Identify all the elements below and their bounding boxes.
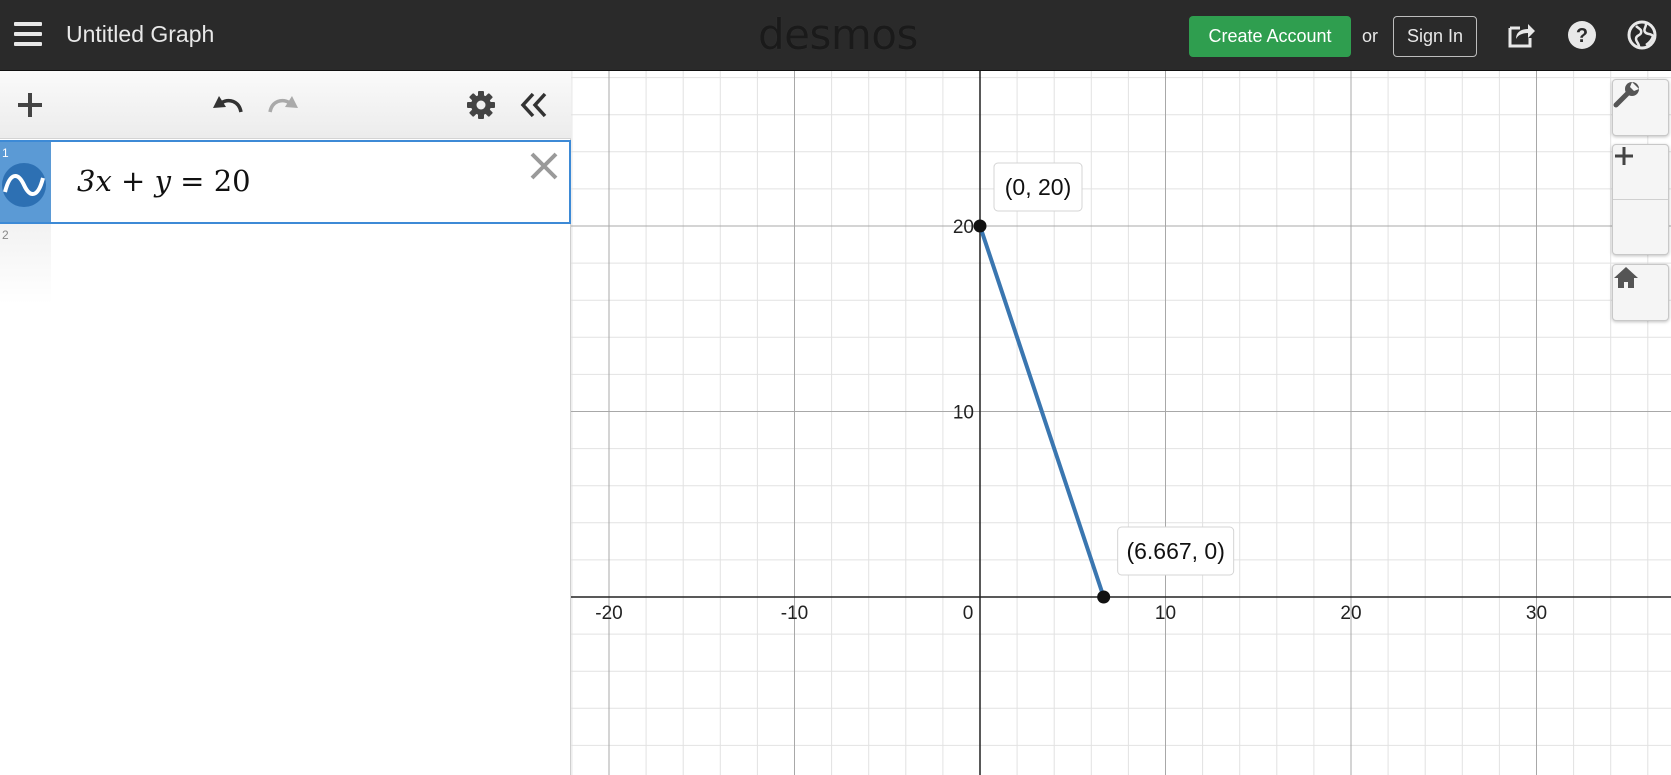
x-tick-label: 10 bbox=[1155, 603, 1176, 624]
row-number: 2 bbox=[2, 228, 9, 242]
x-tick-label: -10 bbox=[781, 603, 808, 624]
top-bar: Untitled Graph desmos Create Account or … bbox=[0, 0, 1671, 71]
delete-expression-icon[interactable] bbox=[528, 150, 560, 182]
redo-icon[interactable] bbox=[264, 88, 298, 122]
y-tick-label: 10 bbox=[953, 403, 974, 424]
expression-gutter: 2 bbox=[0, 224, 51, 304]
undo-icon[interactable] bbox=[209, 88, 243, 122]
home-icon[interactable] bbox=[1613, 265, 1668, 320]
sign-in-button[interactable]: Sign In bbox=[1393, 16, 1477, 57]
point-label: (0, 20) bbox=[1005, 174, 1071, 200]
expression-math[interactable]: 3x + y = 20 bbox=[77, 164, 251, 198]
help-icon[interactable]: ? bbox=[1567, 20, 1597, 50]
zoom-out-icon[interactable] bbox=[1613, 154, 1668, 255]
graph-svg[interactable]: -20 -10 0 10 20 30 20 10 (0, 20) (6.667, 0) bbox=[571, 71, 1671, 775]
create-account-button[interactable]: Create Account bbox=[1189, 16, 1351, 57]
expression-toolbar bbox=[0, 71, 571, 139]
x-tick-label: 30 bbox=[1526, 603, 1547, 624]
expression-row-empty[interactable]: 2 bbox=[0, 224, 571, 304]
x-tick-label: 20 bbox=[1340, 603, 1361, 624]
y-tick-label: 20 bbox=[953, 217, 974, 238]
graph-settings-control bbox=[1612, 79, 1669, 136]
desmos-logo: desmos bbox=[758, 10, 918, 59]
expression-row[interactable]: 1 3x + y = 20 bbox=[0, 140, 571, 224]
or-text: or bbox=[1362, 26, 1379, 46]
zoom-controls bbox=[1612, 144, 1669, 255]
menu-icon[interactable] bbox=[14, 22, 42, 46]
svg-text:?: ? bbox=[1576, 25, 1588, 47]
expression-panel: 1 3x + y = 20 2 bbox=[0, 71, 571, 775]
plotted-point[interactable] bbox=[1097, 590, 1111, 604]
graph-curve-icon[interactable] bbox=[1, 162, 47, 208]
collapse-panel-icon[interactable] bbox=[517, 88, 551, 122]
x-tick-label: -20 bbox=[595, 603, 622, 624]
graph-title[interactable]: Untitled Graph bbox=[66, 21, 214, 48]
share-icon[interactable] bbox=[1506, 20, 1536, 50]
settings-icon[interactable] bbox=[464, 88, 498, 122]
plotted-point[interactable] bbox=[973, 219, 987, 233]
graph-canvas[interactable]: -20 -10 0 10 20 30 20 10 (0, 20) (6.667, 0) bbox=[571, 71, 1671, 775]
globe-icon[interactable] bbox=[1627, 20, 1657, 50]
point-label: (6.667, 0) bbox=[1126, 538, 1224, 564]
home-control bbox=[1612, 264, 1669, 321]
wrench-icon[interactable] bbox=[1613, 80, 1668, 135]
graph-background bbox=[571, 71, 1671, 775]
row-number: 1 bbox=[2, 146, 9, 160]
x-tick-label: 0 bbox=[963, 603, 974, 624]
add-icon[interactable] bbox=[13, 88, 47, 122]
expression-gutter: 1 bbox=[0, 142, 51, 222]
